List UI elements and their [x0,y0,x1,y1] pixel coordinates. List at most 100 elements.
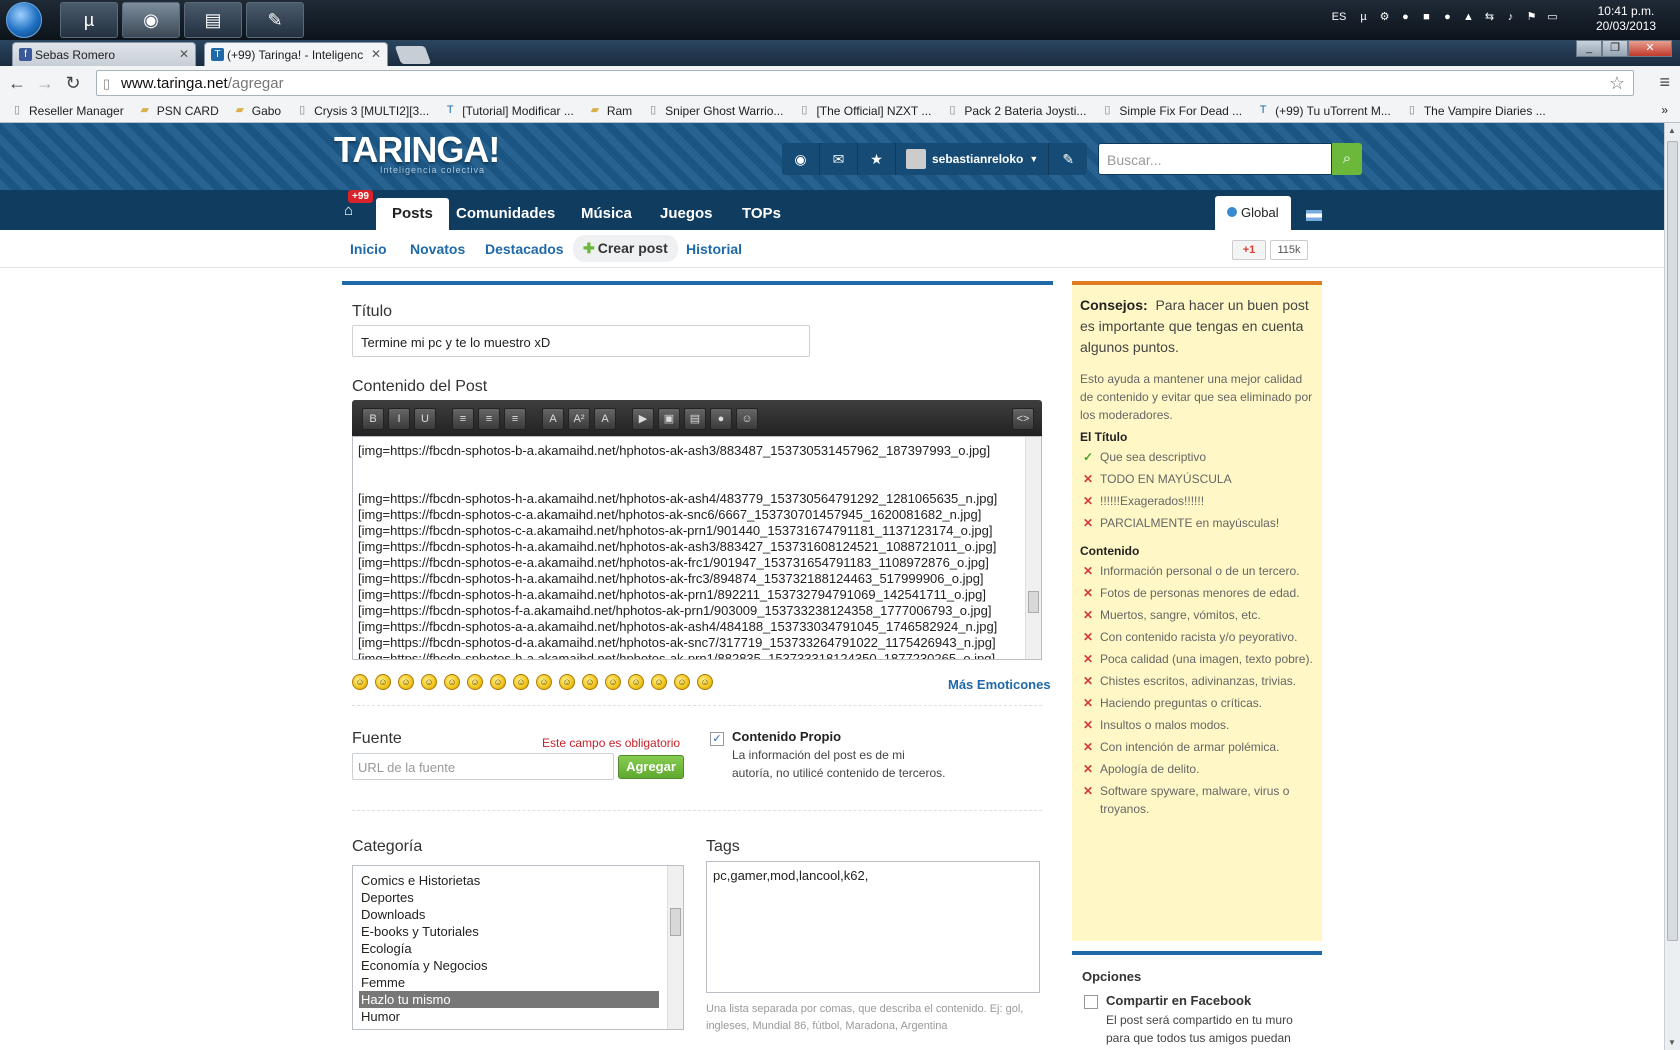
emoticon-smiley-icon[interactable]: ☺ [674,674,690,690]
browser-tab-facebook[interactable]: f Sebas Romero ✕ [12,42,196,66]
subnav-crear-post[interactable]: ✚ Crear post [573,235,678,262]
taringa-logo[interactable]: TARINGA! Inteligencia colectiva [334,129,500,175]
editor-scroll-thumb[interactable] [1028,591,1039,613]
search-icon[interactable]: ⌕ [1332,143,1362,175]
emoticon-smiley-icon[interactable]: ☺ [697,674,713,690]
emoticon-smiley-icon[interactable]: ☺ [651,674,667,690]
contenido-propio-checkbox[interactable]: ✓ [710,732,724,746]
editor-button[interactable]: ▤ [684,408,706,430]
bookmark-item[interactable]: ▯ Reseller Manager [10,104,124,118]
emoticon-smiley-icon[interactable]: ☺ [559,674,575,690]
app2-tray-icon[interactable]: ● [1440,10,1455,25]
bookmarks-overflow-icon[interactable]: » [1661,103,1668,117]
drop-tray-icon[interactable]: ● [1398,10,1413,25]
bookmark-item[interactable]: ▯ The Vampire Diaries ... [1405,104,1546,118]
emoticon-smiley-icon[interactable]: ☺ [490,674,506,690]
bookmark-item[interactable]: ▯ [The Official] NZXT ... [797,104,931,118]
category-option[interactable]: Comics e Historietas [361,872,661,889]
nav-musica[interactable]: Música [565,198,648,230]
nav-tops[interactable]: TOPs [726,198,797,230]
emoticon-smiley-icon[interactable]: ☺ [398,674,414,690]
explorer-taskbar-icon[interactable]: ▤ [184,2,242,38]
address-bar[interactable]: ▯ www.taringa.net/agregar ☆ [96,70,1634,96]
category-option[interactable]: Economía y Negocios [361,957,661,974]
category-option[interactable]: Deportes [361,889,661,906]
tab-close-icon[interactable]: ✕ [179,47,189,61]
close-window-icon[interactable]: ✕ [1628,40,1672,57]
new-tab-button[interactable] [394,46,432,64]
editor-button[interactable]: B [362,408,384,430]
bookmark-item[interactable]: ▯ Pack 2 Bateria Joysti... [945,104,1086,118]
favorites-star-icon[interactable]: ★ [858,143,896,175]
emoticon-smiley-icon[interactable]: ☺ [444,674,460,690]
editor-button[interactable]: ≡ [478,408,500,430]
editor-button[interactable]: A [594,408,616,430]
media-taskbar-icon[interactable]: ◉ [122,2,180,38]
scroll-up-icon[interactable]: ▲ [1668,126,1676,135]
editor-button[interactable]: I [388,408,410,430]
tags-textarea[interactable]: pc,gamer,mod,lancool,k62, [706,861,1040,993]
flag-tray-icon[interactable]: ⚑ [1524,10,1539,25]
editor-button[interactable]: ● [710,408,732,430]
bookmark-star-icon[interactable]: ☆ [1609,73,1625,94]
restore-icon[interactable]: ❐ [1602,40,1628,57]
fuente-input[interactable]: URL de la fuente [352,753,614,780]
browser-menu-icon[interactable]: ≡ [1659,72,1670,93]
facebook-share-checkbox[interactable] [1084,995,1098,1009]
emoticon-smiley-icon[interactable]: ☺ [628,674,644,690]
nav-juegos[interactable]: Juegos [644,198,729,230]
scroll-down-icon[interactable]: ▼ [1668,1038,1676,1047]
argentina-flag-icon[interactable] [1306,210,1322,221]
page-scroll-thumb[interactable] [1667,141,1678,941]
category-option[interactable]: Ecología [361,940,661,957]
reload-icon[interactable]: ↻ [62,73,84,94]
forward-arrow-icon[interactable]: → [34,73,56,94]
post-content-editor[interactable]: [img=https://fbcdn-sphotos-b-a.akamaihd.… [352,436,1042,660]
titulo-input[interactable]: Termine mi pc y te lo muestro xD [352,325,810,357]
bookmark-item[interactable]: ▰ Ram [588,104,633,118]
category-option[interactable]: Hazlo tu mismo [359,991,659,1008]
mas-emoticones-link[interactable]: Más Emoticones [948,677,1051,692]
eye-icon[interactable]: ◉ [782,143,820,175]
notepad-taskbar-icon[interactable]: ✎ [246,2,304,38]
category-option[interactable]: Femme [361,974,661,991]
category-option[interactable]: E-books y Tutoriales [361,923,661,940]
language-indicator[interactable]: ES [1328,10,1350,25]
editor-button[interactable]: A [542,408,564,430]
editor-button[interactable]: ≡ [504,408,526,430]
tab-close-icon[interactable]: ✕ [371,47,381,61]
editor-button[interactable]: ▣ [658,408,680,430]
bookmark-item[interactable]: ▯ Sniper Ghost Warrio... [646,104,783,118]
subnav-inicio[interactable]: Inicio [350,241,387,257]
home-icon[interactable]: ⌂ [344,202,353,219]
subnav-destacados[interactable]: Destacados [485,241,564,257]
gplus-button[interactable]: +1 [1232,240,1266,260]
emoticon-smiley-icon[interactable]: ☺ [605,674,621,690]
bookmark-item[interactable]: ▯ Crysis 3 [MULTI2][3... [295,104,429,118]
app-tray-icon[interactable]: ■ [1419,10,1434,25]
power-tray-icon[interactable]: ▭ [1545,10,1560,25]
mail-icon[interactable]: ✉ [820,143,858,175]
notifications-badge[interactable]: +99 [348,190,373,203]
bookmark-item[interactable]: T (+99) Tu uTorrent M... [1256,104,1391,118]
category-option[interactable]: Downloads [361,906,661,923]
emoticon-smiley-icon[interactable]: ☺ [536,674,552,690]
network-tray-icon[interactable]: ⚙ [1377,10,1392,25]
edit-icon[interactable]: ✎ [1049,143,1087,175]
emoticon-smiley-icon[interactable]: ☺ [467,674,483,690]
bookmark-item[interactable]: ▰ Gabo [233,104,282,118]
page-scrollbar[interactable]: ▲ ▼ [1664,123,1680,1050]
emoticon-smiley-icon[interactable]: ☺ [352,674,368,690]
nav-posts[interactable]: Posts [376,198,449,230]
user-menu[interactable]: sebastianreloko ▼ [896,143,1050,175]
subnav-novatos[interactable]: Novatos [410,241,465,257]
editor-button[interactable]: ▶ [632,408,654,430]
editor-button[interactable]: ☺ [736,408,758,430]
nvidia-tray-icon[interactable]: ▲ [1461,10,1476,25]
minimize-icon[interactable]: _ [1576,40,1602,57]
categoria-listbox[interactable]: Comics e Historietas Deportes Downloads E-b… [352,865,684,1030]
browser-tab-taringa[interactable]: T (+99) Taringa! - Inteligenc ✕ [204,42,388,66]
search-input[interactable]: Buscar... [1098,143,1332,175]
windows-start-icon[interactable] [6,2,42,38]
bookmark-item[interactable]: T [Tutorial] Modificar ... [443,104,574,118]
